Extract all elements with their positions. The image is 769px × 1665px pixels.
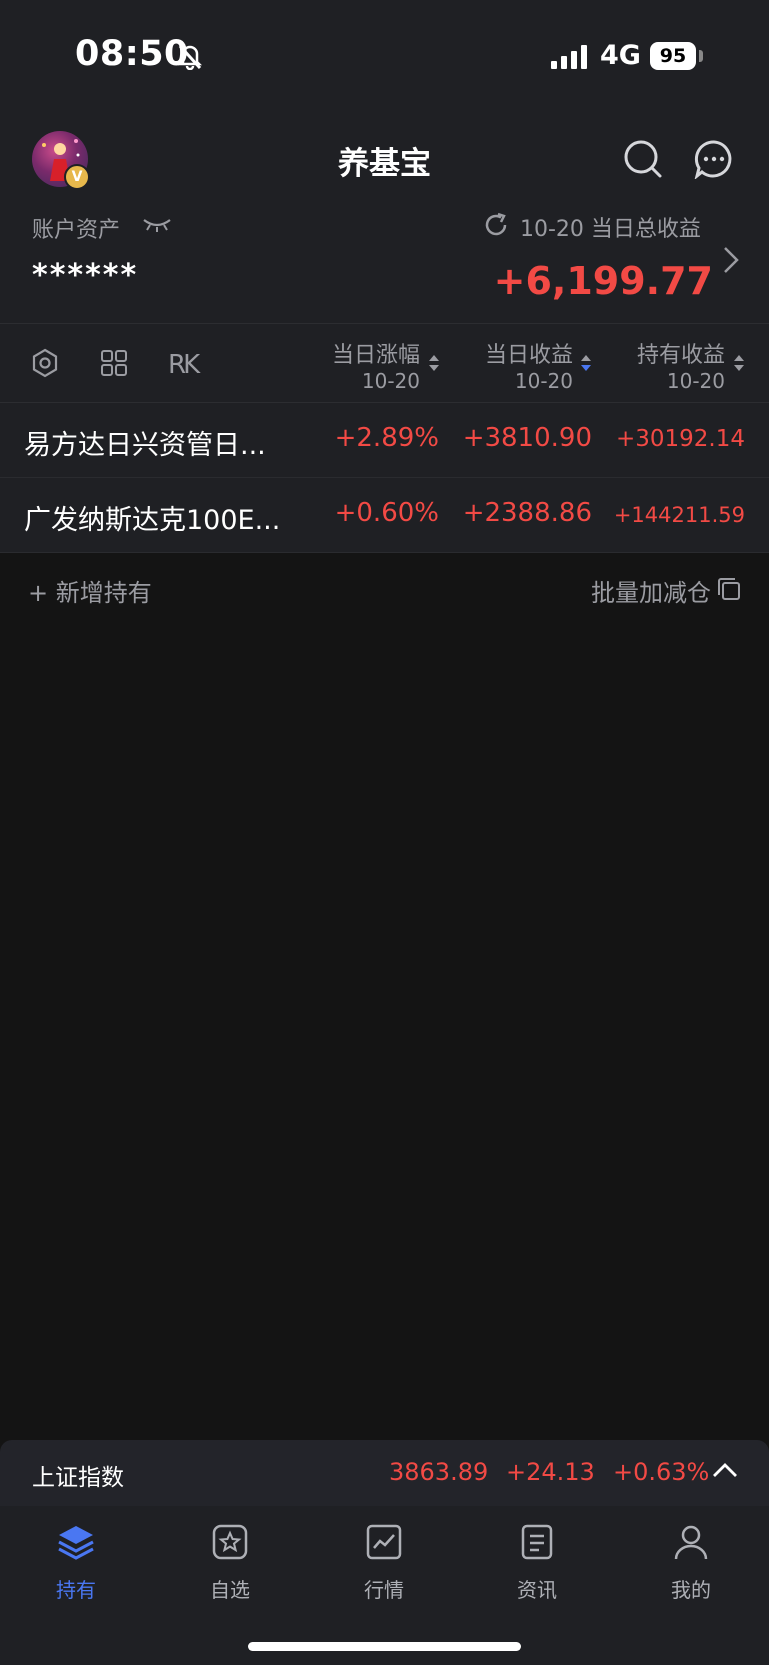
chart-icon	[366, 1524, 402, 1560]
account-assets-value: ******	[32, 258, 139, 293]
bell-muted-icon	[177, 44, 203, 70]
grid-icon[interactable]	[100, 349, 128, 377]
account-assets-label: 账户资产	[32, 218, 121, 243]
col-daily-change-date: 10-20	[361, 369, 420, 393]
index-name: 上证指数	[32, 1465, 124, 1491]
tab-watchlist[interactable]: 自选	[175, 1522, 285, 1603]
copy-icon[interactable]	[716, 576, 742, 602]
signal-icon	[551, 45, 587, 69]
tab-label: 行情	[364, 1578, 404, 1602]
refresh-icon[interactable]	[482, 211, 510, 239]
home-indicator[interactable]	[248, 1642, 521, 1651]
search-icon[interactable]	[623, 139, 663, 179]
battery-cap	[699, 50, 703, 62]
fund-row[interactable]: 广发纳斯达克100E... +0.60% +2388.86 +144211.59	[0, 478, 769, 553]
daily-total-gain-value[interactable]: +6,199.77	[494, 259, 713, 303]
eye-closed-icon[interactable]	[142, 216, 172, 234]
sort-desc-icon[interactable]	[580, 353, 592, 373]
tab-holdings[interactable]: 持有	[21, 1522, 131, 1603]
daily-total-gain-label: 10-20 当日总收益	[520, 217, 701, 242]
tab-mine[interactable]: 我的	[636, 1522, 746, 1603]
col-daily-change-title[interactable]: 当日涨幅	[332, 337, 420, 369]
market-index-bar[interactable]: 上证指数 3863.89 +24.13 +0.63%	[0, 1440, 769, 1506]
add-holding-button[interactable]: + 新增持有	[28, 573, 152, 608]
tab-label: 我的	[671, 1578, 711, 1602]
message-icon[interactable]	[694, 139, 734, 179]
layers-icon	[58, 1526, 94, 1560]
sort-icon[interactable]	[428, 353, 440, 373]
tab-market[interactable]: 行情	[329, 1522, 439, 1603]
sort-icon[interactable]	[733, 353, 745, 373]
col-holding-gain-title[interactable]: 持有收益	[637, 337, 725, 369]
chevron-right-icon[interactable]	[722, 245, 740, 275]
col-daily-gain-date: 10-20	[514, 369, 573, 393]
tab-news[interactable]: 资讯	[482, 1522, 592, 1603]
col-holding-gain-date: 10-20	[666, 369, 725, 393]
tab-label: 资讯	[517, 1578, 557, 1602]
status-time: 08:50	[75, 34, 189, 74]
fund-daily-change: +0.60%	[334, 498, 439, 528]
chevron-up-icon[interactable]	[712, 1462, 738, 1478]
fund-name: 易方达日兴资管日...	[24, 430, 266, 461]
settings-icon[interactable]	[30, 348, 60, 378]
fund-daily-change: +2.89%	[334, 423, 439, 453]
star-icon	[212, 1524, 248, 1560]
fund-row[interactable]: 易方达日兴资管日... +2.89% +3810.90 +30192.14	[0, 403, 769, 478]
tab-label: 自选	[210, 1578, 250, 1602]
battery-indicator: 95	[650, 42, 696, 70]
fund-daily-gain: +2388.86	[462, 498, 592, 528]
news-icon	[521, 1524, 553, 1560]
fund-holding-gain: +30192.14	[615, 426, 745, 452]
col-daily-gain-title[interactable]: 当日收益	[485, 337, 573, 369]
user-icon	[674, 1525, 708, 1560]
fund-daily-gain: +3810.90	[462, 423, 592, 453]
holdings-header: RK 当日涨幅 10-20 当日收益 10-20 持有收益 10-20	[0, 323, 769, 403]
tab-label: 持有	[56, 1578, 96, 1602]
rk-icon[interactable]: RK	[168, 350, 200, 380]
fund-name: 广发纳斯达克100E...	[24, 505, 281, 536]
index-change-pct: +0.63%	[613, 1458, 710, 1486]
network-type: 4G	[600, 40, 641, 71]
fund-holding-gain: +144211.59	[613, 503, 745, 527]
index-value: 3863.89	[389, 1458, 489, 1486]
index-change: +24.13	[506, 1458, 595, 1486]
batch-adjust-button[interactable]: 批量加减仓	[591, 573, 711, 608]
